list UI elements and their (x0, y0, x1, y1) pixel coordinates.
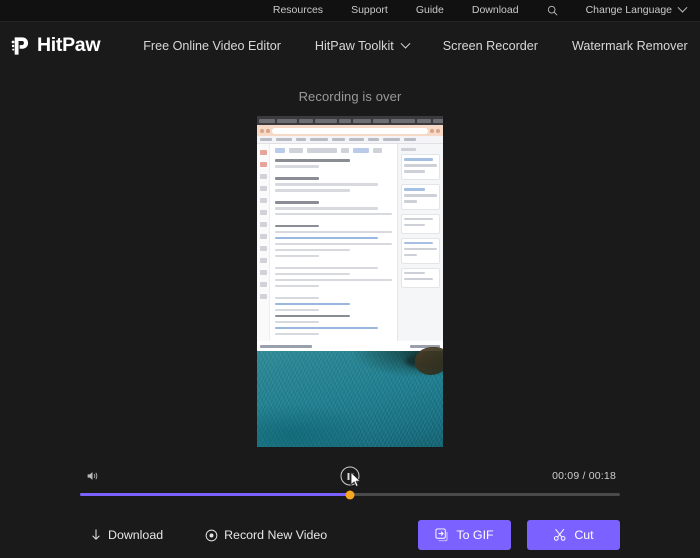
utility-link-support[interactable]: Support (337, 5, 402, 16)
cut-label: Cut (574, 528, 594, 542)
utility-link-guide[interactable]: Guide (402, 5, 458, 16)
nav-item-hitpaw-toolkit[interactable]: HitPaw Toolkit (298, 38, 426, 53)
video-preview[interactable] (257, 116, 443, 447)
chevron-down-icon (677, 2, 688, 13)
record-circle-icon (205, 529, 218, 541)
action-bar: Download Record New Video To GIF Cut (80, 520, 620, 550)
chevron-down-icon (400, 38, 411, 49)
volume-icon[interactable] (86, 470, 99, 483)
preview-browser-frame (257, 116, 443, 341)
brand-logo[interactable]: HitPaw (9, 34, 101, 57)
nav-item-label: Free Online Video Editor (143, 38, 281, 53)
browser-tabstrip (257, 116, 443, 125)
download-label: Download (108, 528, 164, 542)
player-controls: 00:09 / 00:18 (80, 465, 620, 499)
nav-item-watermark-remover[interactable]: Watermark Remover (555, 40, 700, 53)
download-button[interactable]: Download (90, 528, 163, 542)
brand-name: HitPaw (37, 34, 101, 57)
mail-left-rail (257, 144, 270, 341)
preview-water-photo (257, 341, 443, 447)
nav-item-free-online-video-editor[interactable]: Free Online Video Editor (126, 40, 298, 53)
change-language-selector[interactable]: Change Language (572, 2, 690, 17)
main-navigation: HitPaw Free Online Video Editor HitPaw T… (0, 22, 700, 70)
utility-link-download[interactable]: Download (458, 5, 533, 16)
scissors-icon (554, 529, 566, 541)
utility-bar: Resources Support Guide Download Change … (0, 0, 700, 22)
browser-content (257, 144, 443, 341)
rock-shape (415, 347, 443, 375)
progress-fill (80, 493, 350, 496)
to-gif-label: To GIF (456, 528, 494, 542)
photo-viewer-toolbar (257, 341, 443, 351)
progress-thumb[interactable] (345, 490, 355, 499)
search-icon[interactable] (533, 5, 572, 16)
nav-item-label: Watermark Remover (571, 38, 688, 53)
status-title: Recording is over (298, 89, 402, 104)
mail-right-panel (397, 144, 443, 341)
browser-bookmarks-bar (257, 136, 443, 144)
cut-button[interactable]: Cut (527, 520, 620, 550)
browser-urlbar (257, 125, 443, 136)
to-gif-button[interactable]: To GIF (418, 520, 511, 550)
progress-bar[interactable] (80, 490, 620, 499)
change-language-label: Change Language (585, 4, 672, 17)
record-new-video-label: Record New Video (224, 528, 328, 542)
pause-button-icon[interactable] (340, 466, 361, 487)
utility-link-resources[interactable]: Resources (259, 5, 337, 16)
nav-item-label: HitPaw Toolkit (314, 38, 394, 53)
nav-item-label: Screen Recorder (442, 38, 538, 53)
recorder-stage: Recording is over 00:09 / 00:18 Download… (0, 70, 700, 558)
nav-item-screen-recorder[interactable]: Screen Recorder (426, 40, 555, 53)
export-gif-icon (435, 528, 448, 542)
hitpaw-paw-logo-icon (11, 37, 29, 55)
record-new-video-button[interactable]: Record New Video (205, 528, 327, 542)
download-arrow-icon (92, 528, 100, 540)
time-display: 00:09 / 00:18 (552, 470, 616, 482)
mail-message-pane (270, 144, 397, 341)
